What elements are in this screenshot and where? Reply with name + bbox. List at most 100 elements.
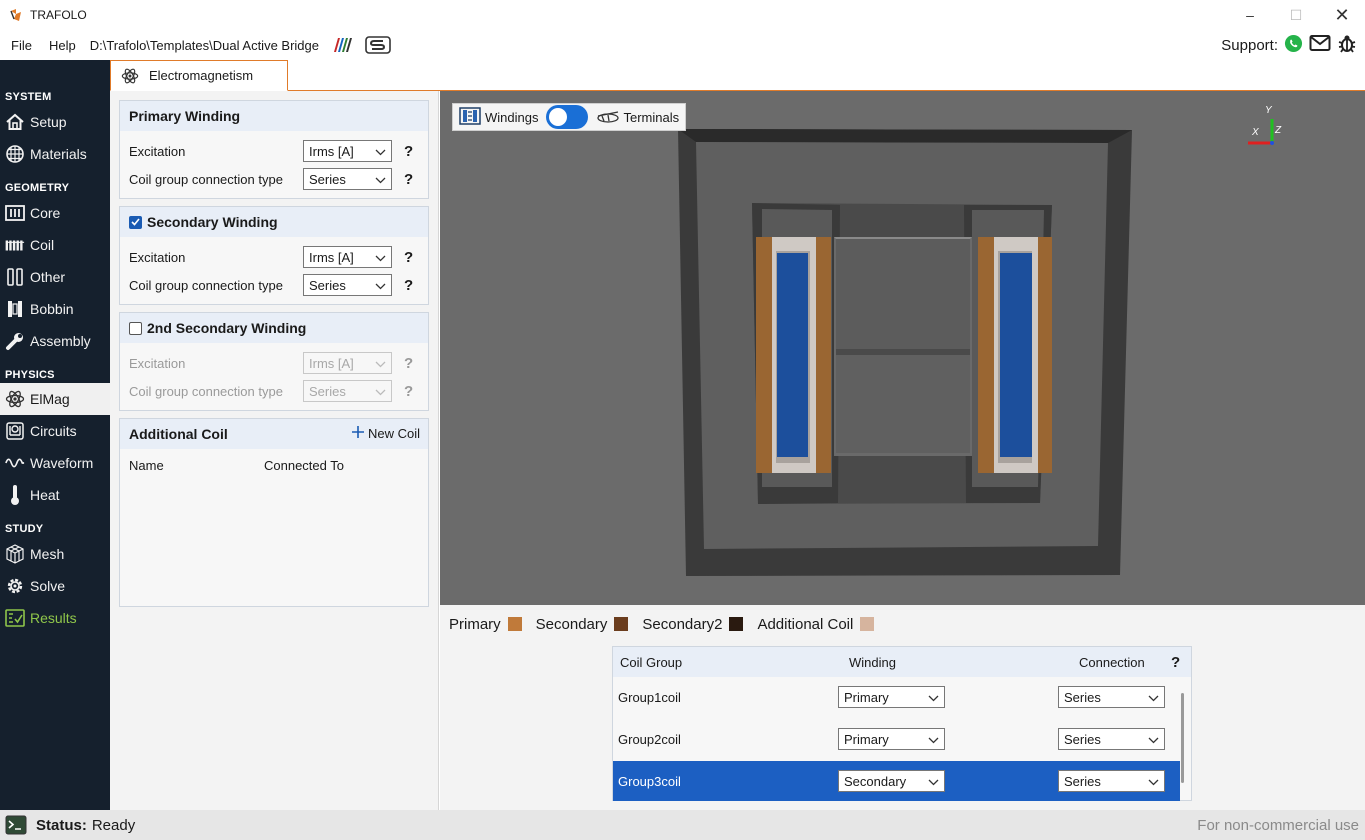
- sidebar: SYSTEM Setup Materials GEOMETRY Core Coi…: [0, 60, 110, 810]
- secondary2-excitation-label: Excitation: [129, 355, 186, 371]
- axis-y-label: Y: [1265, 105, 1272, 116]
- legend-secondary2-label: Secondary2: [642, 615, 723, 633]
- primary-winding-group: Primary Winding Excitation Irms [A] ? Co…: [119, 100, 429, 199]
- primary-excitation-label: Excitation: [129, 143, 186, 159]
- column-name-header: Name: [129, 458, 164, 473]
- sidebar-item-label: Heat: [30, 487, 60, 503]
- help-icon[interactable]: ?: [404, 277, 413, 294]
- results-check-icon: [5, 608, 25, 628]
- 3d-viewport[interactable]: X Y Z Windings Terminals: [440, 91, 1365, 605]
- table-scrollbar[interactable]: [1181, 693, 1184, 783]
- connection-select[interactable]: Series: [1058, 728, 1165, 750]
- secondary-winding-checkbox[interactable]: [129, 215, 142, 229]
- help-icon[interactable]: ?: [404, 171, 413, 188]
- thermometer-icon: [5, 485, 25, 505]
- secondary2-connection-select: Series: [303, 380, 392, 402]
- chevron-down-icon: [928, 732, 939, 747]
- select-value: Series: [309, 277, 346, 293]
- help-icon[interactable]: ?: [404, 383, 413, 400]
- secondary-winding-header: Secondary Winding: [120, 207, 428, 237]
- primary-excitation-select[interactable]: Irms [A]: [303, 140, 392, 162]
- tab-electromagnetism[interactable]: Electromagnetism: [110, 60, 288, 91]
- table-row[interactable]: Group2coil Primary Series: [613, 719, 1180, 759]
- view-toggle-switch[interactable]: [546, 105, 589, 129]
- secondary-excitation-select[interactable]: Irms [A]: [303, 246, 392, 268]
- terminal-icon[interactable]: [5, 815, 27, 835]
- sidebar-item-core[interactable]: Core: [0, 197, 110, 229]
- bug-icon[interactable]: [1337, 33, 1357, 57]
- sidebar-item-materials[interactable]: Materials: [0, 138, 110, 170]
- connection-select[interactable]: Series: [1058, 686, 1165, 708]
- sine-wave-icon: [5, 453, 25, 473]
- group-name: Group1coil: [618, 689, 681, 705]
- sidebar-item-heat[interactable]: Heat: [0, 479, 110, 511]
- transformer-model: [678, 119, 1274, 576]
- table-row-selected[interactable]: Group3coil Secondary Series: [613, 761, 1180, 801]
- circuit-icon: [5, 421, 25, 441]
- sidebar-item-coil[interactable]: Coil: [0, 229, 110, 261]
- help-icon[interactable]: ?: [404, 143, 413, 160]
- core-icon: [5, 203, 25, 223]
- support-label: Support:: [1221, 36, 1278, 54]
- status-bar: Status: Ready For non-commercial use: [0, 810, 1365, 840]
- sidebar-item-results[interactable]: Results: [0, 602, 110, 634]
- secondary2-winding-checkbox[interactable]: [129, 321, 142, 335]
- new-coil-button[interactable]: New Coil: [351, 426, 420, 441]
- help-icon[interactable]: ?: [404, 355, 413, 372]
- sidebar-item-elmag[interactable]: ElMag: [0, 383, 110, 415]
- sidebar-item-label: Waveform: [30, 455, 94, 471]
- chevron-down-icon: [928, 690, 939, 705]
- winding-color-legend: Primary Secondary Secondary2 Additional …: [440, 605, 1365, 643]
- legend-primary-label: Primary: [449, 615, 501, 633]
- menu-help[interactable]: Help: [43, 38, 82, 53]
- sidebar-item-label: Core: [30, 205, 61, 221]
- connection-select[interactable]: Series: [1058, 770, 1165, 792]
- sidebar-item-bobbin[interactable]: Bobbin: [0, 293, 110, 325]
- help-icon[interactable]: ?: [404, 249, 413, 266]
- sidebar-item-assembly[interactable]: Assembly: [0, 325, 110, 357]
- status-value: Ready: [91, 816, 136, 834]
- sidebar-item-mesh[interactable]: Mesh: [0, 538, 110, 570]
- sidebar-item-circuits[interactable]: Circuits: [0, 415, 110, 447]
- legend-secondary2-swatch: [729, 617, 744, 631]
- section-physics: PHYSICS: [5, 369, 55, 381]
- select-value: Series: [1064, 731, 1101, 747]
- additional-coil-group: Additional Coil New Coil Name Connected …: [119, 418, 429, 607]
- sidebar-item-setup[interactable]: Setup: [0, 106, 110, 138]
- coil-icon: [5, 235, 25, 255]
- color-bars-icon[interactable]: [331, 37, 353, 53]
- secondary-connection-label: Coil group connection type: [129, 277, 283, 293]
- select-value: Secondary: [844, 773, 907, 789]
- chevron-down-icon: [375, 250, 386, 265]
- chevron-down-icon: [375, 172, 386, 187]
- primary-connection-select[interactable]: Series: [303, 168, 392, 190]
- help-icon[interactable]: ?: [1171, 654, 1180, 671]
- table-row[interactable]: Group1coil Primary Series: [613, 677, 1180, 717]
- sidebar-item-solve[interactable]: Solve: [0, 570, 110, 602]
- winding-select[interactable]: Primary: [838, 686, 945, 708]
- secondary-connection-select[interactable]: Series: [303, 274, 392, 296]
- secondary2-winding-header: 2nd Secondary Winding: [120, 313, 428, 343]
- script-icon[interactable]: [365, 35, 391, 55]
- app-title: TRAFOLO: [30, 8, 87, 22]
- winding-select[interactable]: Primary: [838, 728, 945, 750]
- close-icon[interactable]: ✕: [1319, 0, 1365, 30]
- winding-select[interactable]: Secondary: [838, 770, 945, 792]
- minimize-icon[interactable]: –: [1227, 0, 1273, 30]
- atom-icon: [121, 67, 139, 85]
- chevron-down-icon: [375, 384, 386, 399]
- menu-file[interactable]: File: [5, 38, 38, 53]
- mail-icon[interactable]: [1309, 34, 1331, 56]
- sidebar-item-waveform[interactable]: Waveform: [0, 447, 110, 479]
- primary-winding-title: Primary Winding: [120, 101, 428, 131]
- select-value: Irms [A]: [309, 249, 354, 265]
- maximize-icon[interactable]: ☐: [1273, 0, 1319, 30]
- license-note: For non-commercial use: [1197, 816, 1359, 834]
- tab-strip: Electromagnetism: [110, 60, 1365, 91]
- chevron-down-icon: [1148, 690, 1159, 705]
- sidebar-item-other[interactable]: Other: [0, 261, 110, 293]
- electromagnetism-panel: Primary Winding Excitation Irms [A] ? Co…: [110, 91, 439, 810]
- coil-group-area: Coil Group Winding Connection ? Group1co…: [440, 643, 1365, 810]
- whatsapp-icon[interactable]: [1284, 34, 1303, 57]
- new-coil-label: New Coil: [367, 426, 420, 441]
